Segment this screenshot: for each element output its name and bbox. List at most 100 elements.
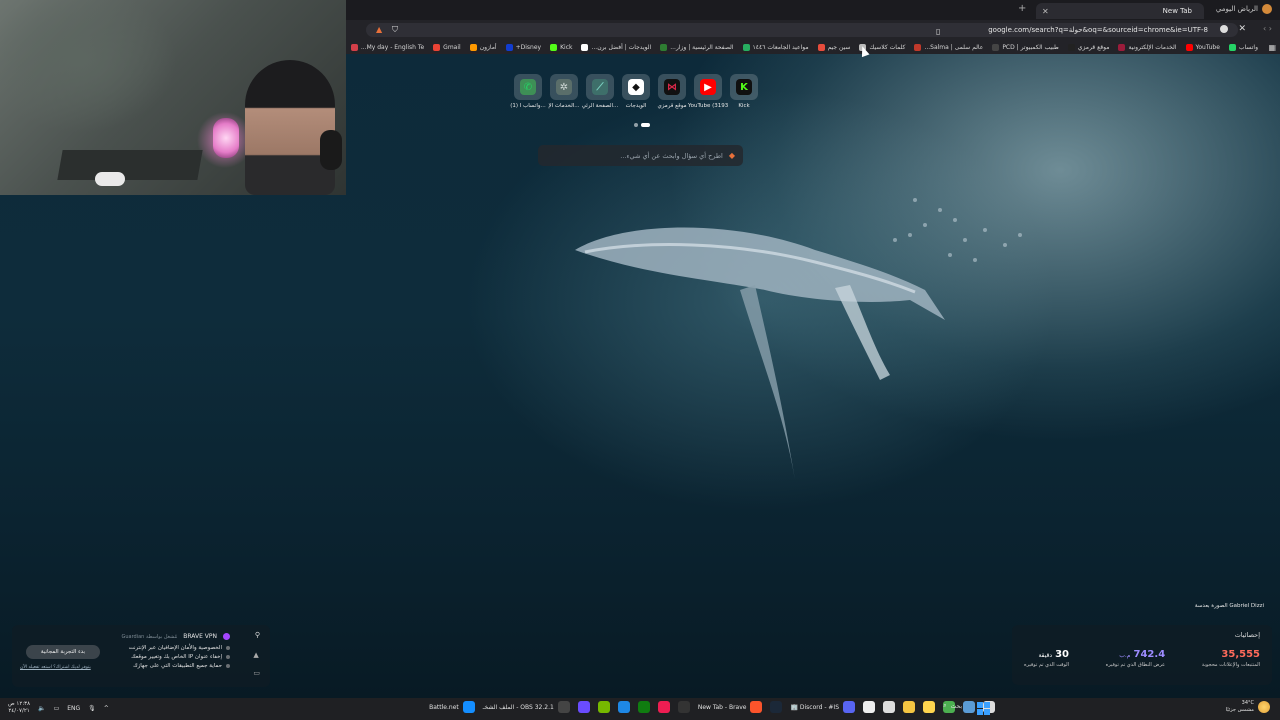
pager-dot[interactable] <box>634 123 638 127</box>
streamer <box>245 60 335 195</box>
folder-icon <box>903 701 915 713</box>
start-free-trial-button[interactable]: بدء التجربة المجانية <box>26 645 100 659</box>
stat-description: عرض النطاق الذي تم توفيره <box>1105 662 1166 668</box>
bookmark-label: أمازون <box>479 43 497 51</box>
tray-overflow-icon[interactable]: ^ <box>104 705 109 712</box>
top-site-icon-frame: ⟋ <box>586 74 614 100</box>
taskbar-app[interactable] <box>903 701 915 713</box>
bookmark-label: موقع قرمزي <box>1077 43 1110 51</box>
bookmark-item[interactable]: YouTube <box>1185 43 1220 51</box>
taskbar-app[interactable]: Battle.net <box>429 701 475 713</box>
taskbar-app-label: OBS 32.2.1 - الملف الشخـ <box>482 703 554 711</box>
new-tab-button[interactable]: + <box>1018 3 1026 14</box>
brave-shields-icon[interactable]: ⛉ <box>392 25 398 35</box>
weather-widget[interactable]: 34°C مشمس جزئيًا <box>1226 700 1270 714</box>
bookmark-item[interactable]: مواعيد الجامعات ١٤٤٦ <box>742 43 809 51</box>
taskbar-app[interactable] <box>657 701 670 713</box>
bookmark-label: Kick <box>560 43 573 51</box>
clock[interactable]: ١٢:٣٨ ص ٢٤/٠٧/٢١ <box>8 701 30 715</box>
uni-icon <box>742 43 750 51</box>
vpn-features: الخصوصية والأمان الإضافيان عبر الإنترنت إ… <box>129 645 230 672</box>
xbox-icon <box>637 701 650 713</box>
top-site-tile[interactable]: ⟋ الصفحة الرئي... <box>582 74 618 109</box>
photo-credit[interactable]: الصورة بعدسة Gabriel Dizzi <box>1195 603 1264 609</box>
vpn-feature-item: الخصوصية والأمان الإضافيان عبر الإنترنت <box>129 645 230 651</box>
taskbar-app[interactable] <box>617 701 630 713</box>
taskbar-app-label: Battle.net <box>429 703 459 711</box>
nav-arrows-icon[interactable]: ‹ › <box>1263 24 1272 33</box>
bookmark-item[interactable]: عالم سلمى | Salma... <box>914 43 983 51</box>
stats-row: 35,555 المتتبعات والإعلانات محجوبة 742.4م.… <box>1024 649 1260 668</box>
site-info-icon[interactable] <box>1220 25 1228 33</box>
taskbar-app[interactable]: OBS 32.2.1 - الملف الشخـ <box>483 701 570 713</box>
taskbar-app[interactable] <box>923 701 935 713</box>
taskbar-app[interactable] <box>597 701 610 713</box>
brave-rewards-icon[interactable]: ▲ <box>376 25 382 34</box>
bookmark-item[interactable]: Gmail <box>433 43 461 51</box>
weather-temp: 34°C <box>1241 700 1254 706</box>
windows-start-button[interactable] <box>977 702 990 715</box>
volume-icon[interactable]: 🔈 <box>38 705 45 712</box>
address-bar[interactable]: ▲ ⛉ ▯ google.com/search?q=حولة&oq=&sourc… <box>366 23 1238 37</box>
search-box[interactable]: ◆ اطرح أي سؤال وابحث عن أي شيء... <box>538 145 743 166</box>
bookmark-item[interactable]: الصفحة الرئيسية | وزار... <box>660 43 734 51</box>
top-site-icon: ✲ <box>556 79 572 95</box>
top-site-tile[interactable]: ✆ (1) واتساب ا... <box>510 74 546 109</box>
stat-item: 742.4م.ب عرض النطاق الذي تم توفيره <box>1106 649 1166 668</box>
bookmark-item[interactable]: سين جيم <box>817 43 850 51</box>
tiktok-icon <box>657 701 670 713</box>
tab-new-tab[interactable]: ✕ New Tab <box>1036 3 1204 19</box>
bookmark-item[interactable]: الخدمات الإلكترونية <box>1118 43 1177 51</box>
top-site-tile[interactable]: ▶ YouTube (3193)... <box>688 74 728 109</box>
stats-title: إحصائيات <box>1234 631 1260 639</box>
network-icon[interactable]: ▭ <box>54 705 60 712</box>
taskbar-app[interactable] <box>677 701 690 713</box>
clear-address-icon[interactable]: ✕ <box>1238 24 1246 34</box>
bookmark-item[interactable]: واتساب <box>1228 43 1258 51</box>
taskbar-app[interactable] <box>770 701 783 713</box>
taskbar-app[interactable] <box>883 701 895 713</box>
purple-app-icon <box>577 701 590 713</box>
brave-icon <box>750 701 763 713</box>
bookmark-item[interactable]: Kick <box>550 43 573 51</box>
taskbar-search[interactable]: ⌕ بحث <box>943 702 962 710</box>
gmail-icon <box>433 43 441 51</box>
vpn-side-icons: ▲ ▭ <box>253 651 260 677</box>
top-site-tile[interactable]: ⋈ موقع قرمزي <box>657 74 687 109</box>
mic-icon[interactable]: 🎙 <box>88 705 96 712</box>
taskbar-app[interactable] <box>963 701 975 713</box>
top-site-label: الخدمات الإ... <box>548 103 580 109</box>
top-site-icon-frame: ✲ <box>550 74 578 100</box>
bookmark-label: واتساب <box>1238 43 1258 51</box>
bookmark-label: Disney+ <box>515 43 542 51</box>
bookmark-item[interactable]: طبيب الكمبيوتر | PCD <box>992 43 1059 51</box>
bookmark-item[interactable]: My day - English Te... <box>350 43 424 51</box>
card-icon[interactable]: ▭ <box>253 669 260 677</box>
taskbar-app[interactable]: New Tab - Brave <box>698 701 763 713</box>
site-icon <box>1067 43 1075 51</box>
pin-icon[interactable]: ⚲ <box>255 631 260 639</box>
epic-icon <box>677 701 690 713</box>
close-tab-icon[interactable]: ✕ <box>1042 7 1052 16</box>
top-site-tile[interactable]: K Kick <box>730 74 758 109</box>
bookmark-item[interactable]: Disney+ <box>505 43 542 51</box>
taskbar-app[interactable] <box>577 701 590 713</box>
bookmark-item[interactable]: الويدجات | أفضل برن... <box>581 43 651 51</box>
top-site-tile[interactable]: ✲ الخدمات الإ... <box>548 74 580 109</box>
taskbar-app[interactable]: Discord - #IS 🏢 <box>790 701 855 713</box>
pager-dot-active[interactable] <box>641 123 650 127</box>
bookmark-item[interactable]: موقع قرمزي <box>1067 43 1110 51</box>
address-url[interactable]: google.com/search?q=حولة&oq=&sourceid=ch… <box>988 26 1208 34</box>
language-indicator[interactable]: ENG <box>67 705 80 712</box>
taskbar-app[interactable] <box>637 701 650 713</box>
top-site-icon-frame: ▶ <box>694 74 722 100</box>
taskbar-app[interactable] <box>863 701 875 713</box>
apps-grid-icon[interactable]: ▦ <box>1268 43 1276 52</box>
bookmark-star-icon[interactable]: ▯ <box>936 27 940 36</box>
vpn-logo-icon <box>223 633 230 640</box>
bookmark-item[interactable]: أمازون <box>469 43 497 51</box>
profile-button[interactable]: الرياض اليومي <box>1216 4 1272 14</box>
restore-subscription-link[interactable]: يتوفر لديك اشتراك؟ استعد تفعيله الآن <box>20 665 91 670</box>
expand-icon[interactable]: ▲ <box>253 651 260 659</box>
top-site-tile[interactable]: ◆ الويدجات <box>622 74 650 109</box>
